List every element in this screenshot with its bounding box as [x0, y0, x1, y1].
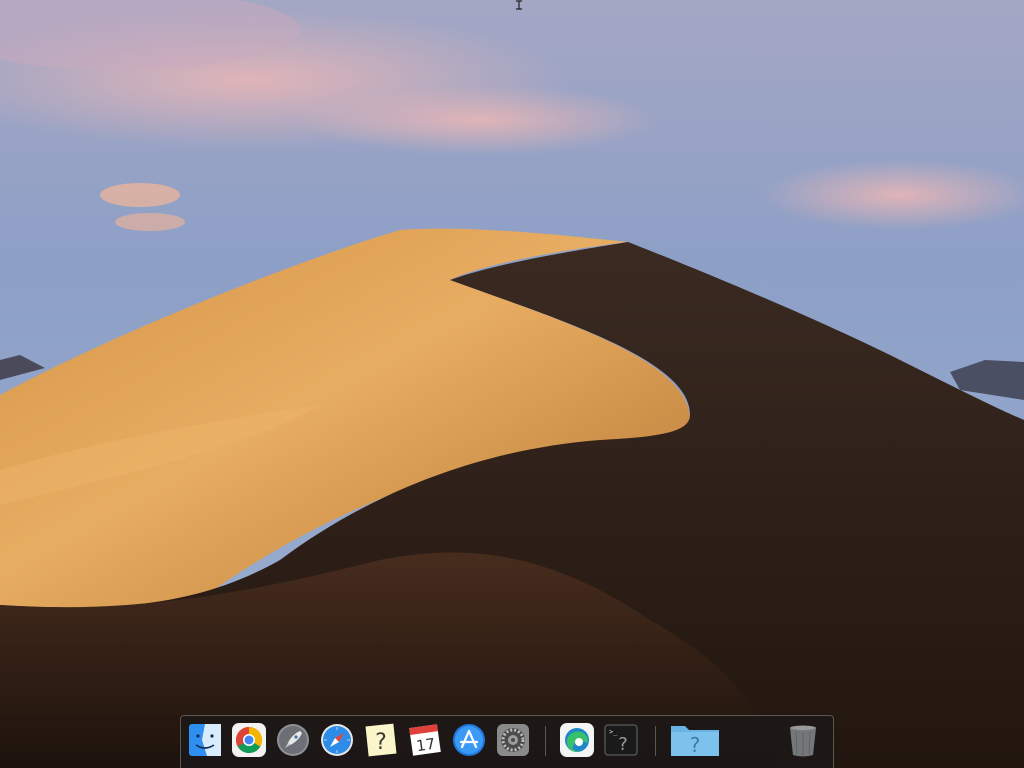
svg-text:>_: >_	[609, 728, 618, 736]
dock-item-edge[interactable]: Microsoft Edge	[559, 722, 595, 758]
terminal-question-icon: >_ ?	[604, 724, 638, 756]
dock: Finder Google Chrome Launchpad	[180, 715, 834, 768]
dock-item-finder[interactable]: Finder	[187, 722, 223, 758]
dock-item-folder[interactable]: ? Folder	[669, 722, 721, 758]
svg-text:?: ?	[618, 734, 628, 755]
dock-item-label: Safari	[319, 758, 320, 759]
dock-item-chrome[interactable]: Google Chrome	[231, 722, 267, 758]
launchpad-rocket-icon	[277, 724, 309, 756]
dock-item-label: Google Chrome	[231, 758, 232, 759]
text-cursor-icon	[516, 0, 522, 10]
dock-item-trash[interactable]: Trash	[785, 722, 821, 758]
question-mark-icon: ?	[365, 723, 397, 757]
dock-item-label: Unknown App	[363, 758, 364, 759]
dock-item-label: Terminal	[603, 758, 604, 759]
dock-separator	[545, 726, 546, 756]
dock-item-app-store[interactable]: App Store	[451, 722, 487, 758]
svg-text:?: ?	[690, 733, 701, 757]
dock-item-launchpad[interactable]: Launchpad	[275, 722, 311, 758]
dock-item-label: Finder	[187, 758, 188, 759]
dock-item-label: Microsoft Edge	[559, 758, 560, 759]
gear-icon	[497, 724, 529, 756]
dock-item-label: App Store	[451, 758, 452, 759]
safari-compass-icon	[321, 724, 353, 756]
dock-item-calendar[interactable]: 17 Calendar	[407, 722, 443, 758]
desktop-wallpaper	[0, 0, 1024, 768]
trash-icon	[790, 725, 816, 757]
chrome-icon	[232, 723, 266, 757]
edge-icon	[560, 723, 594, 757]
dock-item-label: Folder	[669, 758, 670, 759]
dock-item-unknown-app[interactable]: ? Unknown App	[363, 722, 399, 758]
app-store-icon	[453, 724, 485, 756]
calendar-date-text: 17	[415, 735, 436, 755]
dock-item-terminal[interactable]: >_ ? Terminal	[603, 722, 639, 758]
dock-item-label: Calendar	[407, 758, 408, 759]
dock-separator	[655, 726, 656, 756]
finder-icon	[189, 724, 221, 756]
folder-question-icon: ?	[671, 726, 719, 757]
dock-item-safari[interactable]: Safari	[319, 722, 355, 758]
dock-item-label: Launchpad	[275, 758, 276, 759]
dock-item-label: System Preferences	[495, 758, 496, 759]
svg-text:?: ?	[375, 730, 387, 755]
calendar-icon: 17	[409, 724, 441, 756]
dock-item-label: Trash	[785, 758, 786, 759]
dock-item-system-preferences[interactable]: System Preferences	[495, 722, 531, 758]
